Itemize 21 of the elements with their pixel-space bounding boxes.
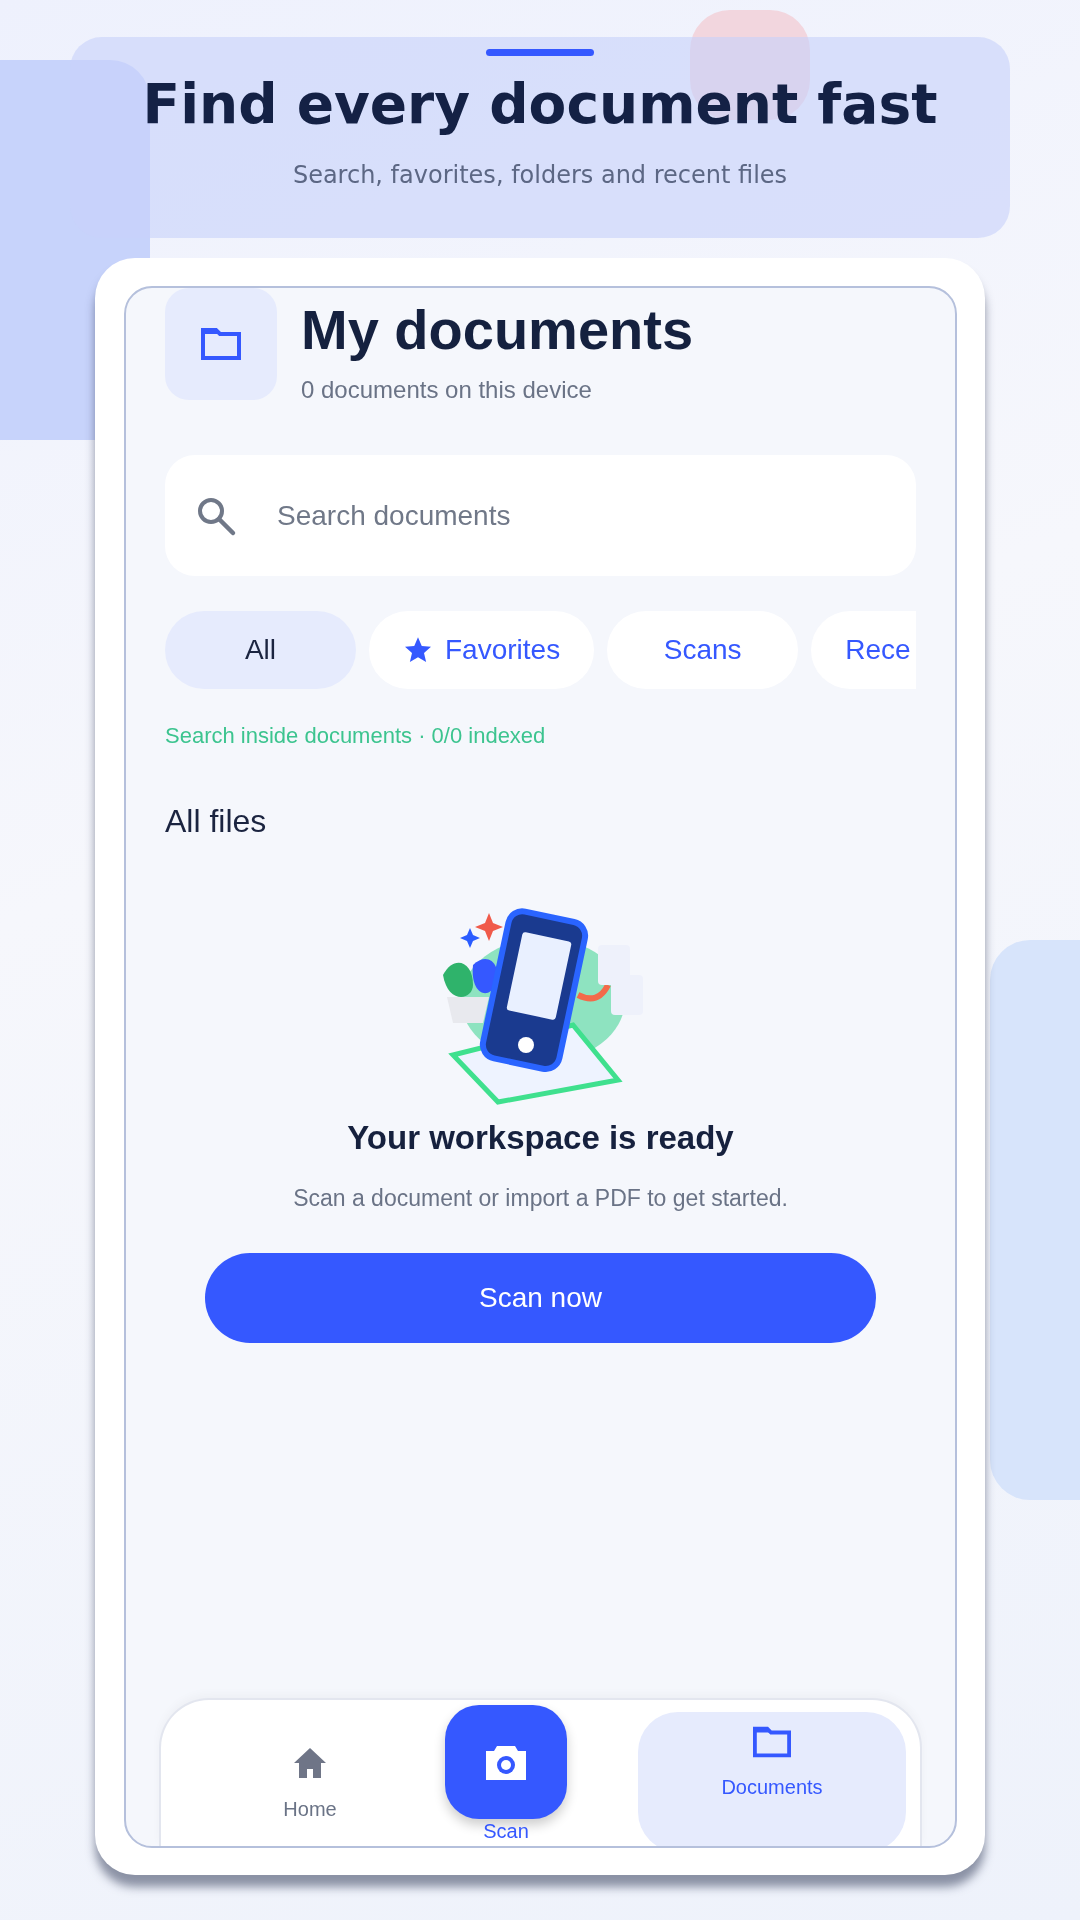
filter-chip[interactable]: All bbox=[165, 611, 356, 689]
document-count: 0 documents on this device bbox=[301, 375, 593, 405]
empty-state-title: Your workspace is ready bbox=[346, 1118, 735, 1158]
index-status: Search inside documents · 0/0 indexed bbox=[165, 722, 547, 750]
nav-tab[interactable]: Documents bbox=[638, 1712, 906, 1846]
home-icon bbox=[292, 1746, 328, 1780]
star-icon bbox=[403, 635, 433, 665]
empty-state-message: Scan a document or import a PDF to get started. bbox=[292, 1183, 789, 1213]
search-icon bbox=[195, 495, 237, 537]
nav-tab[interactable]: Scan bbox=[445, 1704, 567, 1842]
banner-title: Find every document fast bbox=[142, 74, 938, 135]
scan-now-button[interactable]: Scan now bbox=[205, 1253, 876, 1343]
nav-tab[interactable]: Home bbox=[175, 1712, 445, 1825]
filter-chip[interactable]: Rece bbox=[811, 611, 916, 689]
filter-chip[interactable]: Scans bbox=[607, 611, 799, 689]
filter-chip[interactable]: Favorites bbox=[369, 611, 595, 689]
banner-subtitle: Search, favorites, folders and recent files bbox=[292, 159, 788, 191]
section-title: All files bbox=[165, 802, 268, 841]
folder-icon bbox=[753, 1726, 791, 1758]
search-field[interactable]: Search documents bbox=[165, 455, 916, 576]
folder-icon bbox=[201, 328, 241, 360]
